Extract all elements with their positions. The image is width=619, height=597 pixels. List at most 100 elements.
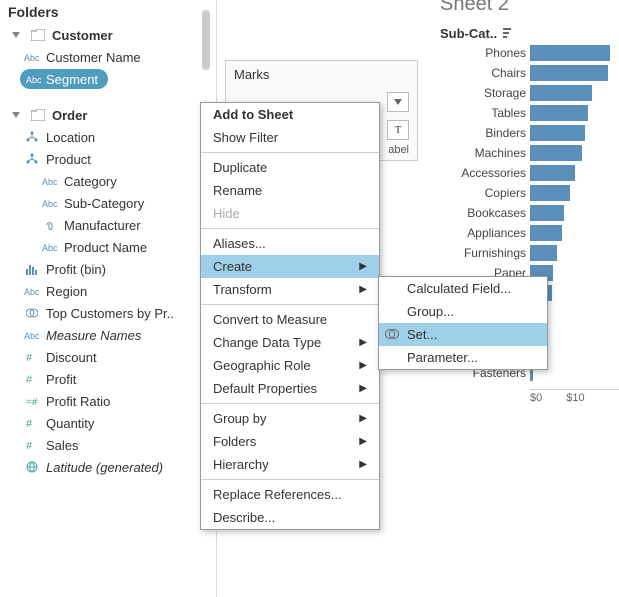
- bar-row[interactable]: Accessories: [432, 163, 619, 183]
- field-segment[interactable]: Abc Segment: [0, 68, 210, 90]
- bar-row[interactable]: Tables: [432, 103, 619, 123]
- menu-transform[interactable]: Transform▶: [201, 278, 379, 301]
- chart-header: Sub-Cat..: [432, 20, 619, 43]
- bar-row[interactable]: Binders: [432, 123, 619, 143]
- field-label: Profit: [46, 372, 76, 387]
- menu-create[interactable]: Create▶: [201, 255, 379, 278]
- chart-header-label: Sub-Cat..: [440, 26, 497, 41]
- field-profit-bin[interactable]: Profit (bin): [0, 258, 210, 280]
- bar-row[interactable]: Furnishings: [432, 243, 619, 263]
- scrollbar-thumb[interactable]: [202, 10, 210, 70]
- bar-label: Machines: [432, 146, 530, 160]
- bar: [530, 225, 562, 241]
- field-product-name[interactable]: Abc Product Name: [0, 236, 210, 258]
- folder-order[interactable]: Order: [0, 104, 210, 126]
- field-top-customers[interactable]: Top Customers by Pr..: [0, 302, 210, 324]
- marks-dropdown-button[interactable]: [387, 92, 409, 112]
- field-location[interactable]: Location: [0, 126, 210, 148]
- field-customer-name[interactable]: Abc Customer Name: [0, 46, 210, 68]
- field-label: Manufacturer: [64, 218, 141, 233]
- bar-label: Appliances: [432, 226, 530, 240]
- menu-convert[interactable]: Convert to Measure: [201, 308, 379, 331]
- menu-default-props[interactable]: Default Properties▶: [201, 377, 379, 400]
- field-pill-segment[interactable]: Abc Segment: [20, 69, 108, 89]
- bar-row[interactable]: Bookcases: [432, 203, 619, 223]
- field-profit-ratio[interactable]: =# Profit Ratio: [0, 390, 210, 412]
- abc-icon: Abc: [24, 49, 40, 65]
- bar: [530, 245, 557, 261]
- marks-label-button[interactable]: T: [387, 120, 409, 140]
- submenu-set[interactable]: Set...: [379, 323, 547, 346]
- submenu-arrow-icon: ▶: [359, 261, 367, 272]
- menu-group-by[interactable]: Group by▶: [201, 407, 379, 430]
- field-quantity[interactable]: # Quantity: [0, 412, 210, 434]
- field-label: Product Name: [64, 240, 147, 255]
- chart-axis: $0 $10: [432, 389, 619, 404]
- pane-header: Folders: [0, 0, 210, 24]
- field-category[interactable]: Abc Category: [0, 170, 210, 192]
- menu-describe[interactable]: Describe...: [201, 506, 379, 529]
- svg-text:#: #: [26, 418, 33, 429]
- abc-icon: Abc: [26, 71, 42, 87]
- menu-change-type[interactable]: Change Data Type▶: [201, 331, 379, 354]
- folder-icon: [30, 27, 46, 43]
- folder-customer[interactable]: Customer: [0, 24, 210, 46]
- axis-tick: $10: [566, 392, 584, 404]
- submenu-group[interactable]: Group...: [379, 300, 547, 323]
- data-pane: Folders Customer Abc Customer Name Abc S…: [0, 0, 210, 597]
- menu-duplicate[interactable]: Duplicate: [201, 156, 379, 179]
- bar: [530, 185, 570, 201]
- field-label: Category: [64, 174, 117, 189]
- bar-row[interactable]: Storage: [432, 83, 619, 103]
- bar-label: Bookcases: [432, 206, 530, 220]
- menu-replace-refs[interactable]: Replace References...: [201, 483, 379, 506]
- menu-aliases[interactable]: Aliases...: [201, 232, 379, 255]
- field-region[interactable]: Abc Region: [0, 280, 210, 302]
- field-label: Discount: [46, 350, 97, 365]
- menu-show-filter[interactable]: Show Filter: [201, 126, 379, 149]
- bar-row[interactable]: Phones: [432, 43, 619, 63]
- field-product[interactable]: Product: [0, 148, 210, 170]
- folder-label: Order: [52, 108, 87, 123]
- submenu-parameter[interactable]: Parameter...: [379, 346, 547, 369]
- hierarchy-icon: [24, 151, 40, 167]
- svg-text:#: #: [26, 440, 33, 451]
- menu-geographic[interactable]: Geographic Role▶: [201, 354, 379, 377]
- bar-label: Furnishings: [432, 246, 530, 260]
- bar-row[interactable]: Chairs: [432, 63, 619, 83]
- menu-folders[interactable]: Folders▶: [201, 430, 379, 453]
- bar-row[interactable]: Copiers: [432, 183, 619, 203]
- menu-hierarchy[interactable]: Hierarchy▶: [201, 453, 379, 476]
- number-icon: #: [24, 371, 40, 387]
- bar: [530, 165, 575, 181]
- svg-text:Abc: Abc: [42, 199, 58, 209]
- menu-add-to-sheet[interactable]: Add to Sheet: [201, 103, 379, 126]
- number-icon: #: [24, 415, 40, 431]
- bar: [530, 145, 582, 161]
- globe-icon: [24, 459, 40, 475]
- hierarchy-icon: [24, 129, 40, 145]
- field-sub-category[interactable]: Abc Sub-Category: [0, 192, 210, 214]
- submenu-calc-field[interactable]: Calculated Field...: [379, 277, 547, 300]
- folder-icon: [30, 107, 46, 123]
- sort-icon[interactable]: [503, 28, 517, 40]
- bar: [530, 125, 585, 141]
- submenu-arrow-icon: ▶: [359, 436, 367, 447]
- field-latitude[interactable]: Latitude (generated): [0, 456, 210, 478]
- field-profit[interactable]: # Profit: [0, 368, 210, 390]
- bar-row[interactable]: Machines: [432, 143, 619, 163]
- field-sales[interactable]: # Sales: [0, 434, 210, 456]
- field-discount[interactable]: # Discount: [0, 346, 210, 368]
- submenu-arrow-icon: ▶: [359, 337, 367, 348]
- abc-icon: Abc: [24, 283, 40, 299]
- submenu-arrow-icon: ▶: [359, 383, 367, 394]
- number-icon: #: [24, 437, 40, 453]
- menu-rename[interactable]: Rename: [201, 179, 379, 202]
- field-measure-names[interactable]: Abc Measure Names: [0, 324, 210, 346]
- create-submenu: Calculated Field... Group... Set... Para…: [378, 276, 548, 370]
- submenu-arrow-icon: ▶: [359, 284, 367, 295]
- bar-row[interactable]: Appliances: [432, 223, 619, 243]
- caret-down-icon: [8, 27, 24, 43]
- field-manufacturer[interactable]: Manufacturer: [0, 214, 210, 236]
- field-label: Location: [46, 130, 95, 145]
